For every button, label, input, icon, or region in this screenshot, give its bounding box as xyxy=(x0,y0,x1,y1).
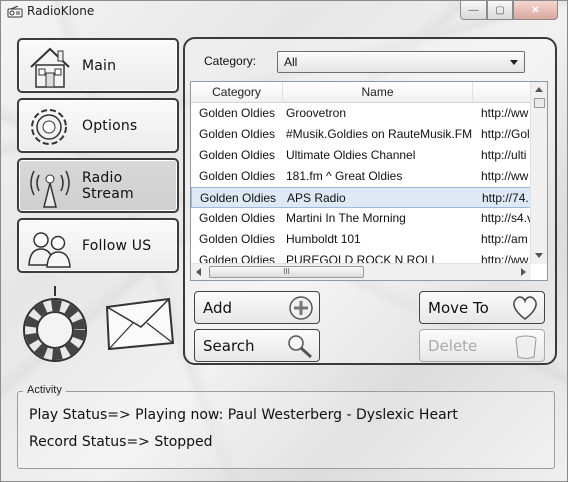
search-button[interactable]: Search xyxy=(194,329,320,362)
minimize-button[interactable]: — xyxy=(460,1,487,20)
plus-circle-icon xyxy=(289,296,313,320)
table-row[interactable]: Golden Oldies Ultimate Oldies Channel http… xyxy=(191,145,531,166)
horizontal-scrollbar[interactable]: III xyxy=(191,263,531,280)
nav-options-label: Options xyxy=(82,117,138,134)
row-url: http://ww xyxy=(481,106,529,120)
list-rows: Golden Oldies Groovetron http://ww Golden O… xyxy=(191,103,531,271)
search-button-label: Search xyxy=(203,336,255,355)
row-name: 181.fm ^ Great Oldies xyxy=(286,169,403,183)
nav-main-button[interactable]: Main xyxy=(17,38,179,93)
move-to-button[interactable]: Move To xyxy=(419,291,545,324)
scroll-left-icon[interactable] xyxy=(196,268,201,276)
category-dropdown[interactable]: All xyxy=(277,51,525,73)
app-window: RadioKlone — ▢ ✕ Main Options Radio Stre… xyxy=(0,0,568,482)
row-url: http://ww xyxy=(481,169,529,183)
play-status-text: Play Status=> Playing now: Paul Westerbe… xyxy=(29,407,458,423)
row-name: Ultimate Oldies Channel xyxy=(286,148,416,162)
nav-main-label: Main xyxy=(82,57,117,74)
table-row[interactable]: Golden Oldies Groovetron http://ww xyxy=(191,103,531,124)
row-url: http://74. xyxy=(482,191,529,205)
window-title: RadioKlone xyxy=(27,4,95,18)
heart-icon xyxy=(513,296,537,320)
row-url: http://Gol xyxy=(481,127,530,141)
table-row[interactable]: Golden Oldies APS Radio http://74. xyxy=(191,187,531,208)
row-category: Golden Oldies xyxy=(199,148,276,162)
row-name: Martini In The Morning xyxy=(286,211,406,225)
horizontal-scroll-thumb[interactable]: III xyxy=(209,266,364,278)
scroll-up-icon[interactable] xyxy=(535,87,543,92)
nav-radio-stream-button[interactable]: Radio Stream xyxy=(17,158,179,213)
row-category: Golden Oldies xyxy=(199,211,276,225)
minimize-icon: — xyxy=(468,4,479,16)
column-header-name[interactable]: Name xyxy=(283,82,473,103)
close-icon: ✕ xyxy=(531,4,540,16)
magnifier-icon xyxy=(288,335,313,359)
table-row[interactable]: Golden Oldies 181.fm ^ Great Oldies http:/… xyxy=(191,166,531,187)
row-url: http://am xyxy=(481,232,528,246)
house-icon xyxy=(30,47,70,88)
trash-icon xyxy=(515,335,537,359)
row-url: http://ulti xyxy=(481,148,527,162)
table-row[interactable]: Golden Oldies #Musik.Goldies on RauteMusi… xyxy=(191,124,531,145)
row-name: Humboldt 101 xyxy=(286,232,361,246)
record-status-text: Record Status=> Stopped xyxy=(29,434,213,450)
radio-tower-icon xyxy=(30,170,70,208)
nav-follow-us-button[interactable]: Follow US xyxy=(17,218,179,273)
column-header-category[interactable]: Category xyxy=(191,82,283,103)
category-selected-value: All xyxy=(284,55,298,69)
nav-options-button[interactable]: Options xyxy=(17,98,179,153)
vertical-scrollbar[interactable] xyxy=(530,82,547,264)
row-name: Groovetron xyxy=(286,106,347,120)
row-category: Golden Oldies xyxy=(199,106,276,120)
table-row[interactable]: Golden Oldies Humboldt 101 http://am xyxy=(191,229,531,250)
radio-app-icon xyxy=(7,6,23,18)
category-label: Category: xyxy=(204,54,257,68)
add-button[interactable]: Add xyxy=(194,291,320,324)
maximize-icon: ▢ xyxy=(495,4,505,16)
maximize-button[interactable]: ▢ xyxy=(487,1,513,20)
row-category: Golden Oldies xyxy=(199,127,276,141)
nav-radio-stream-label: Radio Stream xyxy=(82,169,134,202)
move-to-button-label: Move To xyxy=(428,298,489,317)
delete-button-label: Delete xyxy=(428,336,478,355)
scroll-thumb[interactable] xyxy=(534,98,545,108)
column-header-url[interactable] xyxy=(473,82,531,103)
table-row[interactable]: Golden Oldies Martini In The Morning http:… xyxy=(191,208,531,229)
row-category: Golden Oldies xyxy=(199,232,276,246)
add-button-label: Add xyxy=(203,298,233,317)
activity-group xyxy=(17,391,555,469)
station-list[interactable]: Category Name Golden Oldies Groovetron htt… xyxy=(190,81,548,281)
row-name: #Musik.Goldies on RauteMusik.FM xyxy=(286,127,473,141)
row-category: Golden Oldies xyxy=(200,191,277,205)
delete-button[interactable]: Delete xyxy=(419,329,545,362)
row-url: http://s4.v xyxy=(481,211,531,225)
close-button[interactable]: ✕ xyxy=(513,1,558,20)
list-header: Category Name xyxy=(191,82,531,103)
gear-icon xyxy=(31,109,67,145)
scroll-right-icon[interactable] xyxy=(521,268,526,276)
scroll-down-icon[interactable] xyxy=(535,253,543,258)
chevron-down-icon xyxy=(510,60,518,65)
people-icon xyxy=(28,232,71,268)
row-category: Golden Oldies xyxy=(199,169,276,183)
title-bar[interactable]: RadioKlone — ▢ ✕ xyxy=(1,1,567,23)
lifebuoy-icon[interactable] xyxy=(19,284,91,364)
nav-follow-us-label: Follow US xyxy=(82,237,152,254)
row-name: APS Radio xyxy=(287,191,346,205)
activity-title: Activity xyxy=(23,384,66,396)
mail-icon[interactable] xyxy=(103,293,175,353)
